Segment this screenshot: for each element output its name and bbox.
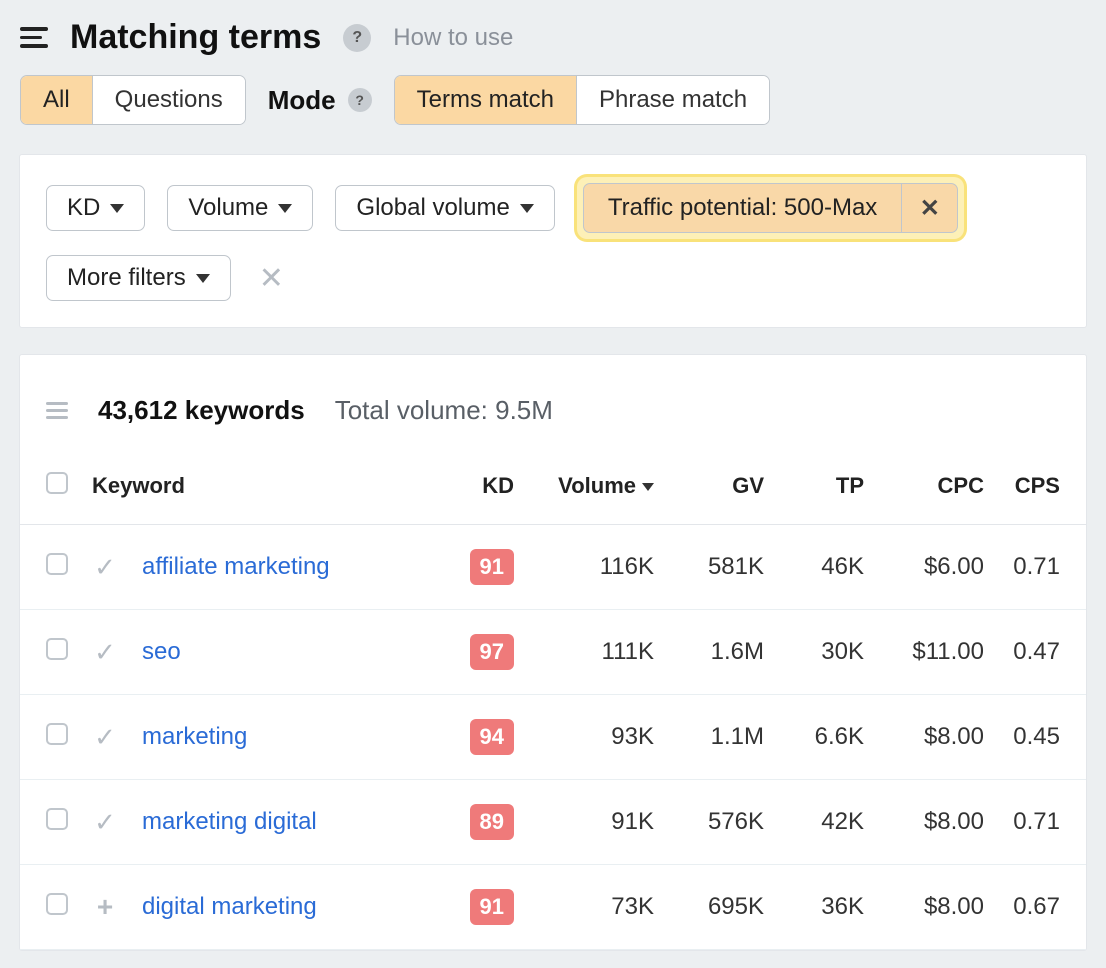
table-row: ✓ seo 97 111K1.6M30K$11.000.47 (20, 610, 1086, 695)
row-status[interactable]: + (80, 865, 130, 950)
keyword-link[interactable]: affiliate marketing (142, 553, 330, 580)
tab-phrase-match[interactable]: Phrase match (576, 76, 769, 124)
row-checkbox[interactable] (46, 893, 68, 915)
filter-panel: KD Volume Global volume Traffic potentia… (20, 155, 1086, 327)
col-volume[interactable]: Volume (526, 456, 666, 525)
cell-cps: 0.71 (996, 780, 1086, 865)
row-checkbox[interactable] (46, 553, 68, 575)
filter-volume[interactable]: Volume (167, 185, 313, 231)
table-row: ✓ affiliate marketing 91 116K581K46K$6.000.… (20, 525, 1086, 610)
keyword-link[interactable]: digital marketing (142, 893, 317, 920)
cell-volume: 73K (526, 865, 666, 950)
col-tp[interactable]: TP (776, 456, 876, 525)
keyword-link[interactable]: seo (142, 638, 181, 665)
cell-tp: 30K (776, 610, 876, 695)
cell-cpc: $8.00 (876, 865, 996, 950)
check-icon: ✓ (94, 807, 116, 837)
select-all-checkbox[interactable] (46, 472, 68, 494)
kd-badge: 91 (470, 549, 514, 585)
filter-kd[interactable]: KD (46, 185, 145, 231)
cell-tp: 36K (776, 865, 876, 950)
check-icon: ✓ (94, 552, 116, 582)
kd-badge: 89 (470, 804, 514, 840)
plus-icon: + (97, 891, 113, 922)
kd-badge: 94 (470, 719, 514, 755)
chevron-down-icon (110, 204, 124, 213)
tab-questions[interactable]: Questions (92, 76, 245, 124)
cell-tp: 42K (776, 780, 876, 865)
cell-volume: 93K (526, 695, 666, 780)
cell-cps: 0.47 (996, 610, 1086, 695)
chevron-down-icon (196, 274, 210, 283)
mode-toggle: Terms match Phrase match (394, 75, 770, 125)
keyword-count: 43,612 keywords (98, 395, 305, 426)
sort-desc-icon (642, 483, 654, 491)
close-icon: ✕ (920, 194, 940, 223)
cell-cps: 0.45 (996, 695, 1086, 780)
chevron-down-icon (278, 204, 292, 213)
tab-all[interactable]: All (21, 76, 92, 124)
cell-tp: 6.6K (776, 695, 876, 780)
cell-gv: 695K (666, 865, 776, 950)
check-icon: ✓ (94, 637, 116, 667)
check-icon: ✓ (94, 722, 116, 752)
col-keyword[interactable]: Keyword (80, 456, 446, 525)
row-checkbox[interactable] (46, 723, 68, 745)
col-gv[interactable]: GV (666, 456, 776, 525)
view-toggle: All Questions (20, 75, 246, 125)
cell-cps: 0.71 (996, 525, 1086, 610)
list-options-icon[interactable] (46, 402, 68, 419)
filter-traffic-potential[interactable]: Traffic potential: 500-Max (584, 184, 901, 232)
row-status[interactable]: ✓ (80, 525, 130, 610)
filter-global-volume[interactable]: Global volume (335, 185, 554, 231)
keywords-table: Keyword KD Volume GV TP CPC CPS ✓ affilia… (20, 456, 1086, 950)
keyword-link[interactable]: marketing digital (142, 808, 317, 835)
row-status[interactable]: ✓ (80, 610, 130, 695)
cell-cpc: $6.00 (876, 525, 996, 610)
results-panel: 43,612 keywords Total volume: 9.5M Keywo… (20, 355, 1086, 950)
help-icon[interactable]: ? (343, 24, 371, 52)
cell-gv: 1.6M (666, 610, 776, 695)
cell-cpc: $8.00 (876, 695, 996, 780)
cell-cpc: $8.00 (876, 780, 996, 865)
table-row: ✓ marketing 94 93K1.1M6.6K$8.000.45 (20, 695, 1086, 780)
keyword-link[interactable]: marketing (142, 723, 247, 750)
row-checkbox[interactable] (46, 808, 68, 830)
kd-badge: 97 (470, 634, 514, 670)
kd-badge: 91 (470, 889, 514, 925)
cell-volume: 116K (526, 525, 666, 610)
col-cpc[interactable]: CPC (876, 456, 996, 525)
cell-gv: 581K (666, 525, 776, 610)
filter-traffic-potential-remove[interactable]: ✕ (901, 184, 957, 232)
col-kd[interactable]: KD (446, 456, 526, 525)
table-row: + digital marketing 91 73K695K36K$8.000.67 (20, 865, 1086, 950)
cell-volume: 91K (526, 780, 666, 865)
cell-cpc: $11.00 (876, 610, 996, 695)
cell-cps: 0.67 (996, 865, 1086, 950)
tab-terms-match[interactable]: Terms match (395, 76, 576, 124)
help-icon[interactable]: ? (348, 88, 372, 112)
cell-gv: 1.1M (666, 695, 776, 780)
clear-filters[interactable]: ✕ (253, 261, 290, 296)
menu-icon[interactable] (20, 27, 48, 48)
col-cps[interactable]: CPS (996, 456, 1086, 525)
how-to-use-link[interactable]: How to use (393, 24, 513, 52)
filter-more[interactable]: More filters (46, 255, 231, 301)
page-title: Matching terms (70, 18, 321, 57)
filter-traffic-potential-highlight: Traffic potential: 500-Max ✕ (577, 177, 964, 239)
cell-tp: 46K (776, 525, 876, 610)
row-status[interactable]: ✓ (80, 695, 130, 780)
row-status[interactable]: ✓ (80, 780, 130, 865)
mode-label: Mode ? (268, 85, 372, 116)
chevron-down-icon (520, 204, 534, 213)
cell-gv: 576K (666, 780, 776, 865)
total-volume: Total volume: 9.5M (335, 395, 553, 426)
cell-volume: 111K (526, 610, 666, 695)
table-row: ✓ marketing digital 89 91K576K42K$8.000.71 (20, 780, 1086, 865)
row-checkbox[interactable] (46, 638, 68, 660)
